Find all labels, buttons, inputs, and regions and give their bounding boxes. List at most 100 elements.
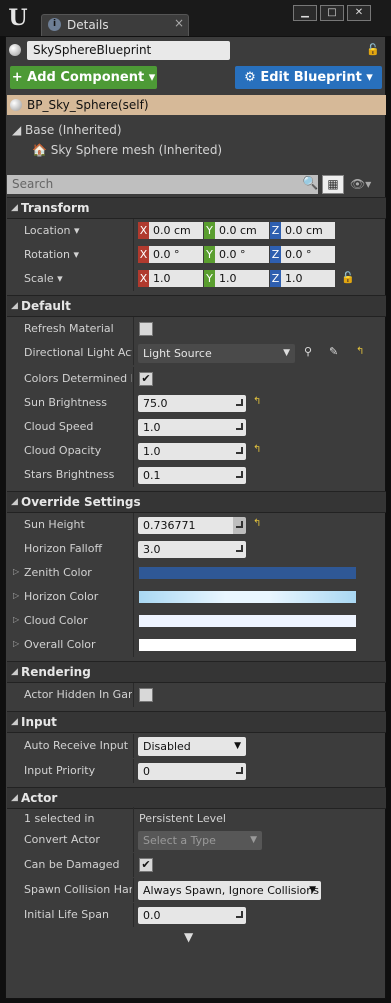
dropdown-value: Always Spawn, Ignore Collisions (143, 884, 319, 897)
input-priority-field[interactable]: 0 (138, 763, 246, 780)
reset-to-default-icon[interactable]: ↰ (356, 346, 364, 357)
overall-color-swatch[interactable] (139, 639, 356, 651)
browse-icon[interactable]: ⚲ (304, 345, 312, 358)
colors-determined-row: Colors Determined By ✔ (7, 367, 386, 391)
dropdown-value: Light Source (143, 347, 212, 360)
cloud-color-swatch[interactable] (139, 615, 356, 627)
horizon-color-label: Horizon Color (24, 590, 99, 603)
minimize-button[interactable]: ▁ (293, 5, 317, 21)
tab-close-button[interactable]: × (174, 16, 184, 30)
add-component-button[interactable]: + Add Component ▾ (10, 66, 157, 89)
directional-light-dropdown[interactable]: Light Source ▼ (138, 344, 295, 363)
search-input[interactable]: Search (7, 175, 318, 194)
cloud-speed-label: Cloud Speed (24, 420, 94, 433)
info-icon: i (48, 18, 61, 31)
auto-receive-label: Auto Receive Input (24, 739, 129, 752)
edit-blueprint-button[interactable]: ⚙ Edit Blueprint ▾ (235, 66, 382, 89)
location-z-field[interactable]: 0.0 cm (281, 222, 335, 239)
section-transform[interactable]: ◢ Transform (7, 197, 386, 219)
tree-item-sky-sphere-mesh[interactable]: 🏠 Sky Sphere mesh (Inherited) (32, 143, 222, 157)
location-label[interactable]: Location ▾ (24, 224, 132, 237)
z-axis-label: Z (270, 270, 281, 287)
component-self-row[interactable]: BP_Sky_Sphere(self) (7, 95, 386, 115)
expand-arrow-icon[interactable]: ▷ (13, 567, 19, 576)
horizon-color-swatch[interactable] (139, 591, 356, 603)
overall-color-label: Overall Color (24, 638, 96, 651)
tree-item-base[interactable]: ◢ Base (Inherited) (12, 123, 122, 137)
collapse-arrow-icon: ◢ (11, 717, 18, 727)
colors-determined-checkbox[interactable]: ✔ (139, 372, 153, 386)
section-rendering[interactable]: ◢ Rendering (7, 661, 386, 683)
maximize-button[interactable]: □ (320, 5, 344, 21)
rotation-y-field[interactable]: 0.0 ° (215, 246, 269, 263)
input-priority-row: Input Priority 0 (7, 759, 386, 783)
section-input[interactable]: ◢ Input (7, 711, 386, 733)
refresh-material-checkbox[interactable] (139, 322, 153, 336)
sphere-icon (10, 99, 22, 111)
cloud-color-row: ▷ Cloud Color (7, 609, 386, 633)
y-axis-label: Y (204, 222, 215, 239)
stars-brightness-field[interactable]: 0.1 (138, 467, 246, 484)
section-default[interactable]: ◢ Default (7, 295, 386, 317)
actor-name-field[interactable]: SkySphereBlueprint (27, 41, 230, 60)
convert-actor-dropdown[interactable]: Select a Type ▼ (138, 831, 262, 850)
expand-arrow-icon[interactable]: ▷ (13, 639, 19, 648)
tab-details[interactable]: i Details × (41, 14, 189, 36)
x-axis-label: X (138, 270, 149, 287)
scale-lock-icon[interactable]: 🔓 (341, 271, 355, 284)
search-icon[interactable]: 🔍 (302, 176, 318, 192)
section-override-settings[interactable]: ◢ Override Settings (7, 491, 386, 513)
property-matrix-button[interactable]: ▦ (322, 175, 344, 194)
location-x-field[interactable]: 0.0 cm (149, 222, 203, 239)
chevron-down-icon: ▼ (283, 348, 290, 358)
reset-to-default-icon[interactable]: ↰ (253, 444, 261, 455)
cloud-speed-field[interactable]: 1.0 (138, 419, 246, 436)
sun-brightness-field[interactable]: 75.0 (138, 395, 246, 412)
section-actor[interactable]: ◢ Actor (7, 787, 386, 809)
horizon-color-row: ▷ Horizon Color (7, 585, 386, 609)
title-bar: U i Details × ▁ □ ✕ (0, 0, 391, 36)
scale-x-field[interactable]: 1.0 (149, 270, 203, 287)
reset-to-default-icon[interactable]: ↰ (253, 518, 261, 529)
lock-icon[interactable]: 🔓 (366, 43, 380, 56)
selected-in-value: Persistent Level (139, 812, 226, 825)
z-axis-label: Z (270, 222, 281, 239)
expand-arrow-icon[interactable]: ▷ (13, 591, 19, 600)
field-value: 75.0 (143, 397, 168, 410)
location-y-field[interactable]: 0.0 cm (215, 222, 269, 239)
horizon-falloff-label: Horizon Falloff (24, 542, 103, 555)
can-be-damaged-row: Can be Damaged ✔ (7, 853, 386, 877)
zenith-color-label: Zenith Color (24, 566, 92, 579)
spawn-collision-dropdown[interactable]: Always Spawn, Ignore Collisions ▼ (138, 881, 321, 900)
actor-hidden-label: Actor Hidden In Game (24, 688, 132, 701)
collapse-arrow-icon: ◢ (11, 203, 18, 213)
rotation-label[interactable]: Rotation ▾ (24, 248, 132, 261)
show-advanced-arrow-icon[interactable]: ▼ (184, 930, 193, 944)
initial-life-span-label: Initial Life Span (24, 908, 109, 921)
reset-to-default-icon[interactable]: ↰ (253, 396, 261, 407)
pick-actor-icon[interactable]: ✎ (329, 345, 338, 358)
cloud-opacity-row: Cloud Opacity 1.0 ↰ (7, 439, 386, 463)
cloud-opacity-label: Cloud Opacity (24, 444, 102, 457)
rotation-x-field[interactable]: 0.0 ° (149, 246, 203, 263)
actor-hidden-checkbox[interactable] (139, 688, 153, 702)
can-be-damaged-checkbox[interactable]: ✔ (139, 858, 153, 872)
sun-height-slider[interactable]: 0.736771 (138, 517, 246, 534)
field-value: 0.1 (143, 469, 161, 482)
overall-color-row: ▷ Overall Color (7, 633, 386, 657)
scale-label[interactable]: Scale ▾ (24, 272, 132, 285)
scale-y-field[interactable]: 1.0 (215, 270, 269, 287)
horizon-falloff-field[interactable]: 3.0 (138, 541, 246, 558)
convert-actor-label: Convert Actor (24, 833, 100, 846)
rotation-z-field[interactable]: 0.0 ° (281, 246, 335, 263)
auto-receive-dropdown[interactable]: Disabled ▼ (138, 737, 246, 756)
close-window-button[interactable]: ✕ (347, 5, 371, 21)
expand-arrow-icon[interactable]: ▷ (13, 615, 19, 624)
cloud-opacity-field[interactable]: 1.0 (138, 443, 246, 460)
zenith-color-swatch[interactable] (139, 567, 356, 579)
rotation-row: Rotation ▾ X 0.0 ° Y 0.0 ° Z 0.0 ° (7, 243, 386, 267)
scale-z-field[interactable]: 1.0 (281, 270, 335, 287)
view-options-button[interactable]: 👁▾ (350, 177, 371, 191)
initial-life-span-field[interactable]: 0.0 (138, 907, 246, 924)
collapse-arrow-icon: ◢ (11, 301, 18, 311)
